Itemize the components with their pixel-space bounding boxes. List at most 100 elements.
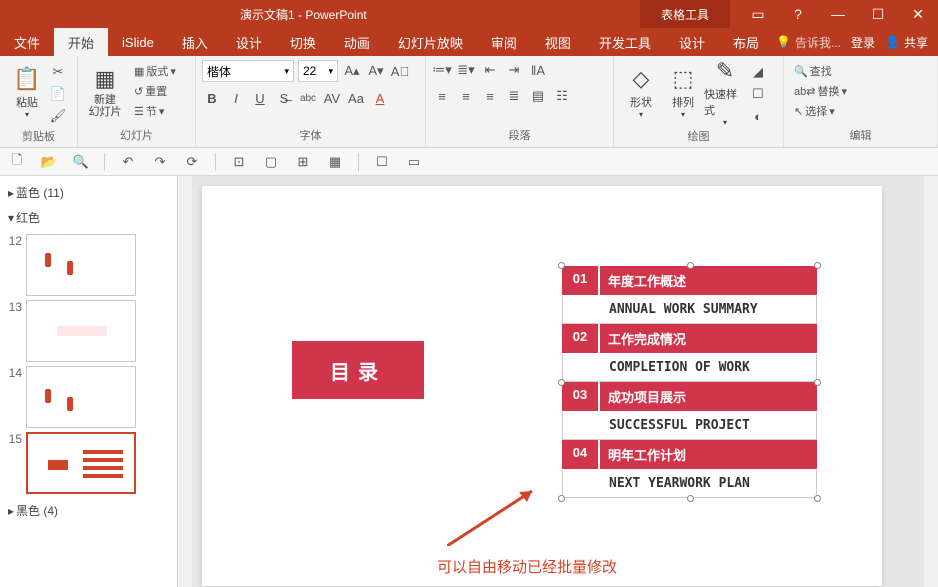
case-button[interactable]: Aa [346,88,366,108]
copy-button[interactable]: 📄 [48,84,68,104]
qat-refresh-button[interactable]: ⟳ [183,153,201,171]
section-black[interactable]: ▸ 黑色 (4) [6,498,177,523]
shape-fill-button[interactable]: ◢ [748,62,768,82]
selection-handle[interactable] [558,495,565,502]
help-icon[interactable]: ? [778,0,818,28]
selection-handle[interactable] [814,262,821,269]
ribbon-options-icon[interactable]: ▭ [738,0,778,28]
selection-handle[interactable] [814,495,821,502]
menu-review[interactable]: 审阅 [477,28,531,56]
toc-row[interactable]: 04明年工作计划 [562,440,817,469]
close-button[interactable]: ✕ [898,0,938,28]
align-center-button[interactable]: ≡ [456,86,476,106]
share-link[interactable]: 共享 [904,34,928,51]
strike-button[interactable]: S̶ [274,88,294,108]
thumbnail-14[interactable]: 14 [6,366,177,428]
slide-editor[interactable]: 目录 01年度工作概述 ANNUAL WORK SUMMARY 02工作完成情况… [192,176,924,587]
bold-button[interactable]: B [202,88,222,108]
find-button[interactable]: 🔍 查找 [790,62,836,80]
align-left-button[interactable]: ≡ [432,86,452,106]
qat-q3-button[interactable]: ⊞ [294,153,312,171]
indent-inc-button[interactable]: ⇥ [504,60,524,80]
menu-islide[interactable]: iSlide [108,28,168,56]
selection-handle[interactable] [814,379,821,386]
selection-handle[interactable] [558,262,565,269]
toc-row[interactable]: 01年度工作概述 [562,266,817,295]
login-link[interactable]: 登录 [851,34,875,51]
smartart-button[interactable]: ☷ [552,86,572,106]
replace-button[interactable]: ab⇄ 替换 ▾ [790,82,851,100]
cut-button[interactable]: ✂ [48,62,68,82]
shape-outline-button[interactable]: ☐ [748,84,768,104]
menu-slideshow[interactable]: 幻灯片放映 [384,28,477,56]
menu-animation[interactable]: 动画 [330,28,384,56]
editor-scrollbar[interactable] [924,176,938,587]
toc-row[interactable]: 02工作完成情况 [562,324,817,353]
section-blue[interactable]: ▸ 蓝色 (11) [6,180,177,205]
thumbnail-scrollbar[interactable] [178,176,192,587]
grow-font-button[interactable]: A▴ [342,61,362,81]
qat-q4-button[interactable]: ▦ [326,153,344,171]
thumbnail-13[interactable]: 13 [6,300,177,362]
qat-q6-button[interactable]: ▭ [405,153,423,171]
text-direction-button[interactable]: ‖A [528,60,548,80]
qat-q5-button[interactable]: ☐ [373,153,391,171]
qat-q1-button[interactable]: ⊡ [230,153,248,171]
menu-dev[interactable]: 开发工具 [585,28,665,56]
minimize-button[interactable]: — [818,0,858,28]
shape-effects-button[interactable]: ◐ [748,106,768,126]
maximize-button[interactable]: ☐ [858,0,898,28]
toc-table[interactable]: 01年度工作概述 ANNUAL WORK SUMMARY 02工作完成情况 CO… [562,266,817,498]
reset-button[interactable]: ↺ 重置 [130,82,180,100]
select-button[interactable]: ↖ 选择 ▾ [790,102,839,120]
font-family-select[interactable]: 楷体 ▾ [202,60,294,82]
selection-handle[interactable] [687,495,694,502]
menu-file[interactable]: 文件 [0,28,54,56]
toc-row[interactable]: 03成功项目展示 [562,382,817,411]
justify-button[interactable]: ≣ [504,86,524,106]
spacing-button[interactable]: AV [322,88,342,108]
font-size-select[interactable]: 22 ▾ [298,60,338,82]
qat-q2-button[interactable]: ▢ [262,153,280,171]
underline-button[interactable]: U [250,88,270,108]
bullets-button[interactable]: ≔▾ [432,60,452,80]
menu-table-design[interactable]: 设计 [665,28,719,56]
thumbnail-15[interactable]: 15 [6,432,177,494]
section-red[interactable]: ▾ 红色 [6,205,177,230]
menu-design[interactable]: 设计 [222,28,276,56]
slide-canvas[interactable]: 目录 01年度工作概述 ANNUAL WORK SUMMARY 02工作完成情况… [202,186,882,586]
toc-row-en[interactable]: NEXT YEARWORK PLAN [562,470,817,498]
layout-button[interactable]: ▦ 版式 ▾ [130,62,180,80]
selection-handle[interactable] [558,379,565,386]
thumbnail-panel[interactable]: ▸ 蓝色 (11) ▾ 红色 12 13 14 15 ▸ 黑色 (4) [0,176,178,587]
arrange-button[interactable]: ⬚排列▾ [662,60,704,124]
qat-redo-button[interactable]: ↷ [151,153,169,171]
new-slide-button[interactable]: ▦新建 幻灯片 [84,60,126,124]
menu-insert[interactable]: 插入 [168,28,222,56]
toc-row-en[interactable]: ANNUAL WORK SUMMARY [562,296,817,324]
menu-view[interactable]: 视图 [531,28,585,56]
qat-open-button[interactable]: 📂 [40,153,58,171]
selection-handle[interactable] [687,262,694,269]
tell-me[interactable]: 告诉我... [795,34,841,51]
qat-undo-button[interactable]: ↶ [119,153,137,171]
section-button[interactable]: ☰ 节 ▾ [130,102,180,120]
qat-new-button[interactable]: 🗋 [8,153,26,171]
menu-home[interactable]: 开始 [54,28,108,56]
indent-dec-button[interactable]: ⇤ [480,60,500,80]
italic-button[interactable]: I [226,88,246,108]
shadow-button[interactable]: abc [298,88,318,108]
qat-search-button[interactable]: 🔍 [72,153,90,171]
slide-title-box[interactable]: 目录 [292,341,424,399]
paste-button[interactable]: 📋粘贴▾ [6,60,48,124]
align-right-button[interactable]: ≡ [480,86,500,106]
menu-table-layout[interactable]: 布局 [719,28,773,56]
clear-format-button[interactable]: A⃠ [390,61,410,81]
shrink-font-button[interactable]: A▾ [366,61,386,81]
menu-transition[interactable]: 切换 [276,28,330,56]
format-painter-button[interactable]: 🖌 [48,106,68,126]
toc-row-en[interactable]: COMPLETION OF WORK [562,354,817,382]
shapes-button[interactable]: ◇形状▾ [620,60,662,124]
toc-row-en[interactable]: SUCCESSFUL PROJECT [562,412,817,440]
thumbnail-12[interactable]: 12 [6,234,177,296]
